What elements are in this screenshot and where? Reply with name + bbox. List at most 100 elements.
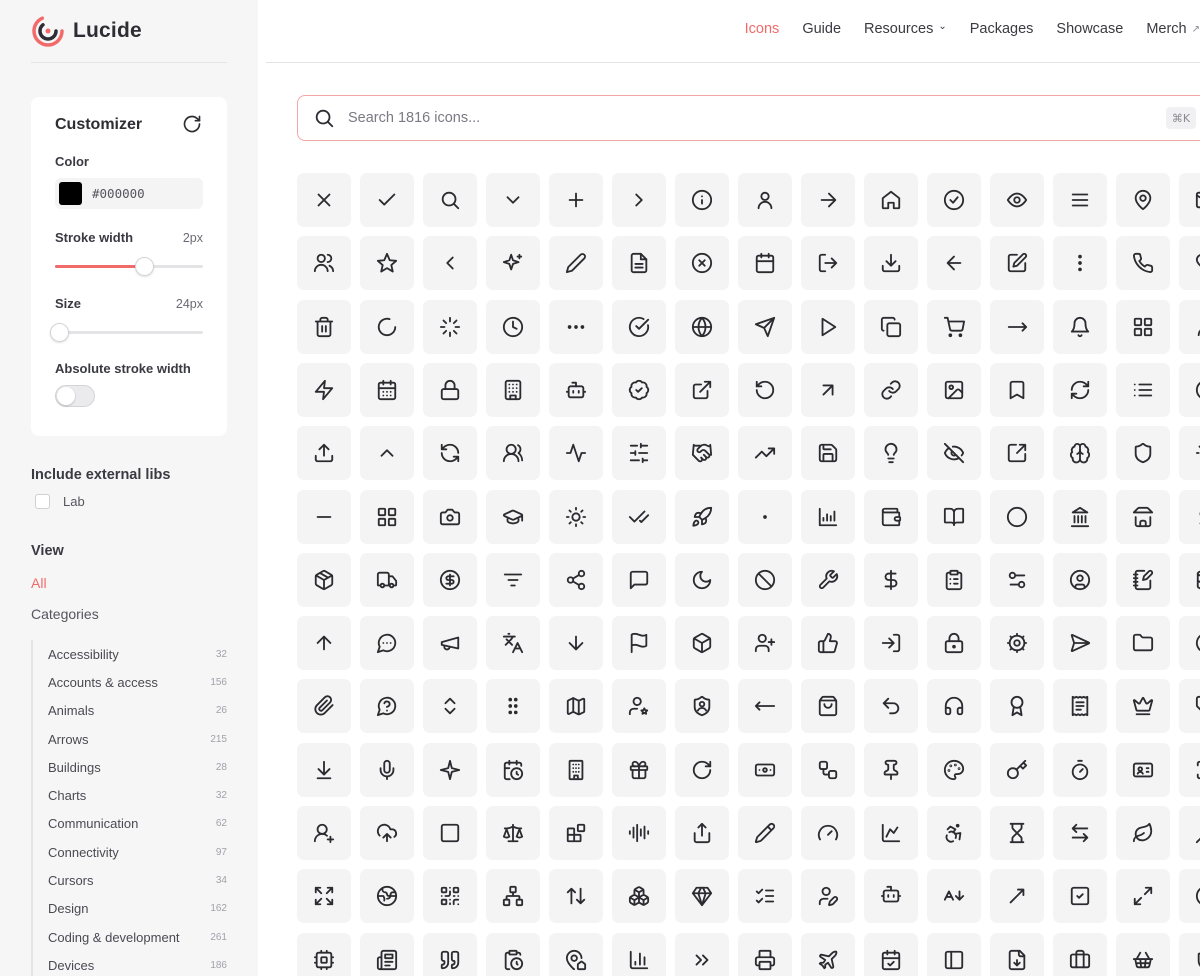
pen-icon[interactable] (738, 806, 792, 860)
crown-icon[interactable] (1116, 679, 1170, 734)
chart-column-icon[interactable] (612, 932, 666, 976)
square-icon[interactable] (423, 806, 477, 860)
user-plus-icon[interactable] (738, 616, 792, 671)
map-pin-icon[interactable] (1116, 173, 1170, 227)
tag-icon[interactable] (1179, 679, 1200, 734)
circle-check-big-icon[interactable] (612, 299, 666, 354)
loader-circle-icon[interactable] (360, 299, 414, 354)
lock-keyhole-icon[interactable] (927, 616, 981, 671)
users-icon[interactable] (297, 236, 351, 291)
category-item[interactable]: Cursors 34 (33, 866, 227, 894)
palette-icon[interactable] (927, 742, 981, 797)
menu-icon[interactable] (1053, 173, 1107, 227)
banknote-icon[interactable] (738, 742, 792, 797)
arrow-up-icon[interactable] (297, 616, 351, 671)
clock-icon[interactable] (486, 299, 540, 354)
chevrons-up-down-icon[interactable] (423, 679, 477, 734)
shopping-cart-icon[interactable] (927, 299, 981, 354)
sparkle-icon[interactable] (423, 742, 477, 797)
color-picker[interactable]: #000000 (55, 178, 203, 209)
network-icon[interactable] (486, 869, 540, 924)
stroke-width-slider[interactable] (55, 256, 203, 276)
move-right-icon[interactable] (990, 299, 1044, 354)
bookmark-icon[interactable] (990, 362, 1044, 417)
calendar-days-icon[interactable] (360, 362, 414, 417)
logo[interactable]: Lucide (31, 14, 142, 48)
move-left-icon[interactable] (738, 679, 792, 734)
scan-icon[interactable] (1179, 742, 1200, 797)
download-icon[interactable] (864, 236, 918, 291)
receipt-icon[interactable] (1053, 679, 1107, 734)
quote-icon[interactable] (423, 932, 477, 976)
move-up-right-icon[interactable] (990, 869, 1044, 924)
user-pen-icon[interactable] (801, 869, 855, 924)
panel-left-icon[interactable] (927, 932, 981, 976)
search-input[interactable] (348, 110, 1128, 126)
printer-icon[interactable] (738, 932, 792, 976)
moon-icon[interactable] (675, 552, 729, 607)
shield-check-icon[interactable] (1179, 932, 1200, 976)
x-icon[interactable] (297, 173, 351, 227)
square-pen-icon[interactable] (990, 236, 1044, 291)
layout-grid-2-icon[interactable] (360, 489, 414, 544)
settings-icon[interactable] (1179, 426, 1200, 481)
log-out-icon[interactable] (801, 236, 855, 291)
circle-icon[interactable] (990, 489, 1044, 544)
list-filter-icon[interactable] (486, 552, 540, 607)
lock-icon[interactable] (423, 362, 477, 417)
size-slider[interactable] (50, 322, 203, 342)
nav-icons[interactable]: Icons (745, 21, 780, 37)
gauge-icon[interactable] (801, 806, 855, 860)
grip-vertical-icon[interactable] (486, 679, 540, 734)
category-item[interactable]: Buildings 28 (33, 753, 227, 781)
accessibility-icon[interactable] (927, 806, 981, 860)
share-2-icon[interactable] (675, 806, 729, 860)
map-pin-house-icon[interactable] (549, 932, 603, 976)
store-icon[interactable] (1116, 489, 1170, 544)
dot-icon[interactable] (738, 489, 792, 544)
calendar-clock-icon[interactable] (486, 742, 540, 797)
link-icon[interactable] (864, 362, 918, 417)
sparkles-icon[interactable] (486, 236, 540, 291)
arrow-down-icon[interactable] (549, 616, 603, 671)
circle-check-icon[interactable] (927, 173, 981, 227)
circle-x-icon[interactable] (675, 236, 729, 291)
boxes-icon[interactable] (612, 869, 666, 924)
sliders-icon[interactable] (612, 426, 666, 481)
reset-icon[interactable] (181, 113, 203, 135)
circle-plus-icon[interactable] (1179, 869, 1200, 924)
user-icon[interactable] (738, 173, 792, 227)
phone-icon[interactable] (1116, 236, 1170, 291)
nav-guide[interactable]: Guide (802, 21, 841, 37)
ellipsis-icon[interactable] (549, 299, 603, 354)
circle-help-icon[interactable] (1179, 362, 1200, 417)
landmark-icon[interactable] (1053, 489, 1107, 544)
notebook-pen-icon[interactable] (1116, 552, 1170, 607)
database-icon[interactable] (1179, 552, 1200, 607)
qr-code-icon[interactable] (423, 869, 477, 924)
at-sign-icon[interactable] (1179, 616, 1200, 671)
zap-icon[interactable] (297, 362, 351, 417)
house-icon[interactable] (864, 173, 918, 227)
heart-icon[interactable] (1179, 236, 1200, 291)
megaphone-icon[interactable] (423, 616, 477, 671)
size-thumb[interactable] (50, 323, 70, 342)
paperclip-icon[interactable] (297, 679, 351, 734)
dollar-icon[interactable] (1179, 489, 1200, 544)
refresh-cw-icon[interactable] (1053, 362, 1107, 417)
leaf-icon[interactable] (1116, 806, 1170, 860)
refresh-ccw-icon[interactable] (423, 426, 477, 481)
handshake-icon[interactable] (675, 426, 729, 481)
send-horizontal-icon[interactable] (1053, 616, 1107, 671)
send-icon[interactable] (738, 299, 792, 354)
brain-icon[interactable] (1053, 426, 1107, 481)
arrow-left-icon[interactable] (927, 236, 981, 291)
list-checks-icon[interactable] (738, 869, 792, 924)
mic-icon[interactable] (360, 742, 414, 797)
arrow-right-icon[interactable] (801, 173, 855, 227)
hourglass-icon[interactable] (990, 806, 1044, 860)
award-icon[interactable] (990, 679, 1044, 734)
truck-icon[interactable] (360, 552, 414, 607)
ellipsis-vertical-icon[interactable] (1053, 236, 1107, 291)
clipboard-list-icon[interactable] (927, 552, 981, 607)
